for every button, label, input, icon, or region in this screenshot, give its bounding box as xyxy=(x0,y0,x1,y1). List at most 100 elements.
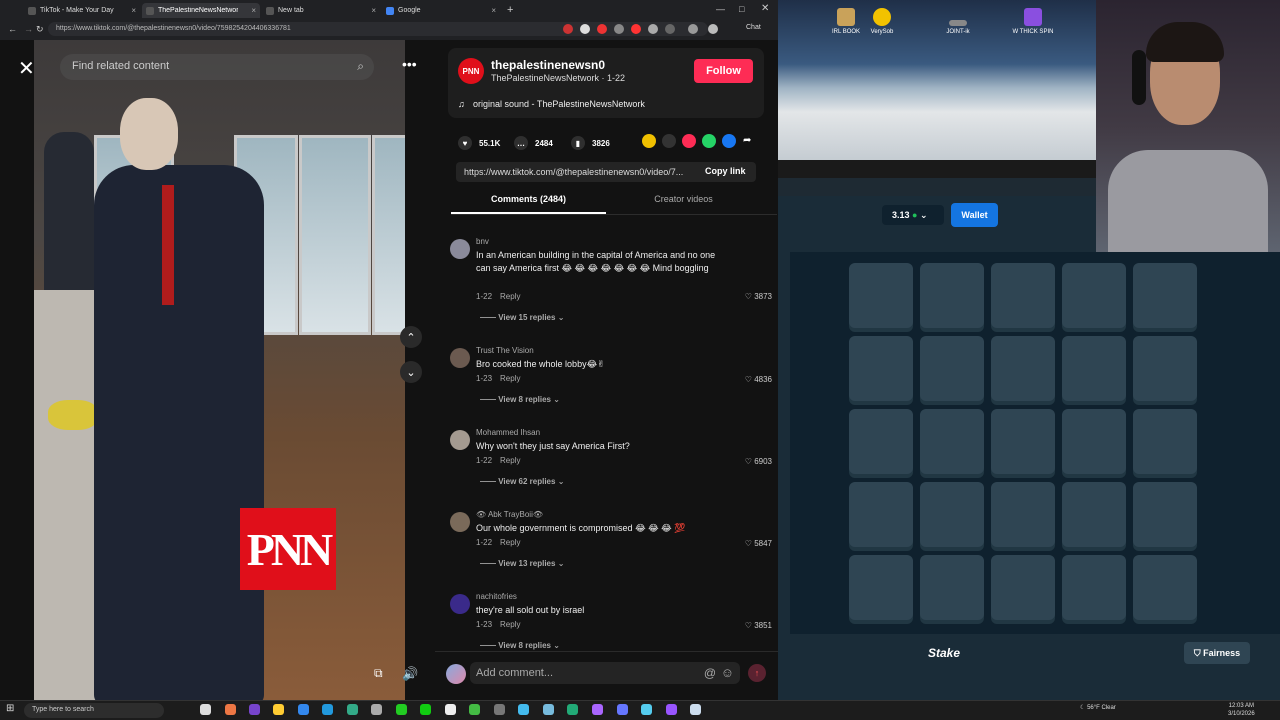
search-input[interactable]: Find related content ⌕ xyxy=(60,54,374,80)
address-bar[interactable]: https://www.tiktok.com/@thepalestinenews… xyxy=(48,22,708,36)
whatsapp-icon[interactable] xyxy=(702,134,716,148)
extension-icon[interactable] xyxy=(614,24,624,34)
extension-icon[interactable] xyxy=(597,24,607,34)
comment-username[interactable]: Mohammed Ihsan xyxy=(476,428,540,437)
taskbar-app-icon[interactable] xyxy=(445,704,456,715)
reload-icon[interactable]: ↻ xyxy=(36,24,44,35)
share-icon[interactable]: ➦ xyxy=(743,135,751,146)
taskbar-app-icon[interactable] xyxy=(592,704,603,715)
avatar[interactable] xyxy=(450,594,470,614)
like-stat[interactable]: ♥ 55.1K xyxy=(458,136,500,150)
facebook-icon[interactable] xyxy=(722,134,736,148)
taskbar-app-icon[interactable] xyxy=(322,704,333,715)
taskbar-app-icon[interactable] xyxy=(420,704,431,715)
follow-button[interactable]: Follow xyxy=(694,59,753,83)
game-tile[interactable] xyxy=(991,482,1055,547)
game-tile[interactable] xyxy=(849,482,913,547)
weather-widget[interactable]: ☾ 56°F Clear xyxy=(1080,704,1116,711)
taskbar-app-icon[interactable] xyxy=(200,704,211,715)
game-tile[interactable] xyxy=(920,336,984,401)
sound-link[interactable]: original sound - ThePalestineNewsNetwork xyxy=(473,99,645,109)
game-tile[interactable] xyxy=(849,555,913,620)
view-replies-button[interactable]: —— View 62 replies ⌄ xyxy=(480,477,564,486)
tab-close-icon[interactable]: × xyxy=(491,6,496,15)
game-tile[interactable] xyxy=(1062,336,1126,401)
view-replies-button[interactable]: —— View 8 replies ⌄ xyxy=(480,395,560,404)
taskbar-app-icon[interactable] xyxy=(567,704,578,715)
tab-close-icon[interactable]: × xyxy=(251,6,256,15)
taskbar-app-icon[interactable] xyxy=(371,704,382,715)
view-replies-button[interactable]: —— View 15 replies ⌄ xyxy=(480,313,564,322)
game-tile[interactable] xyxy=(1133,555,1197,620)
taskbar-app-icon[interactable] xyxy=(396,704,407,715)
desktop-icon[interactable]: JOINT-ik xyxy=(928,8,988,35)
video-player[interactable]: PNN xyxy=(34,40,405,700)
search-icon[interactable]: ⌕ xyxy=(357,59,364,74)
comment-like-button[interactable]: ♡ 5847 xyxy=(745,539,772,548)
taskbar-app-icon[interactable] xyxy=(469,704,480,715)
avatar[interactable] xyxy=(450,239,470,259)
comment-username[interactable]: 👁 Abk TrayBoii👁 xyxy=(476,510,543,519)
desktop-icon[interactable]: W THICK SPIN xyxy=(1003,8,1063,35)
volume-icon[interactable]: 🔊 xyxy=(402,666,418,682)
reply-button[interactable]: Reply xyxy=(500,292,520,301)
tab-comments[interactable]: Comments (2484) xyxy=(451,194,606,214)
extension-icon[interactable] xyxy=(563,24,573,34)
taskbar-app-icon[interactable] xyxy=(518,704,529,715)
taskbar-app-icon[interactable] xyxy=(641,704,652,715)
comment-input[interactable]: Add comment... @ ☺ xyxy=(470,662,740,684)
taskbar-app-icon[interactable] xyxy=(690,704,701,715)
taskbar-app-icon[interactable] xyxy=(494,704,505,715)
taskbar-app-icon[interactable] xyxy=(543,704,554,715)
reply-button[interactable]: Reply xyxy=(500,456,520,465)
taskbar-app-icon[interactable] xyxy=(617,704,628,715)
avatar[interactable] xyxy=(450,348,470,368)
comment-username[interactable]: Trust The Vision xyxy=(476,346,534,355)
reply-button[interactable]: Reply xyxy=(500,620,520,629)
tab-palestine-news[interactable]: ThePalestineNewsNetwork (@× xyxy=(142,3,260,18)
avatar[interactable] xyxy=(450,512,470,532)
share-friends-icon[interactable] xyxy=(642,134,656,148)
send-comment-button[interactable]: ↑ xyxy=(748,664,766,682)
mention-icon[interactable]: @ xyxy=(704,666,716,680)
view-replies-button[interactable]: —— View 8 replies ⌄ xyxy=(480,641,560,650)
game-tile[interactable] xyxy=(920,263,984,328)
game-tile[interactable] xyxy=(1062,555,1126,620)
tab-close-icon[interactable]: × xyxy=(131,6,136,15)
taskbar-clock[interactable]: 12:03 AM 3/10/2026 xyxy=(1228,702,1255,718)
copy-link-button[interactable]: Copy link xyxy=(705,166,746,176)
extension-icon[interactable] xyxy=(688,24,698,34)
new-tab-button[interactable]: + xyxy=(507,4,513,16)
author-username[interactable]: thepalestinenewsn0 xyxy=(491,58,605,72)
maximize-icon[interactable]: □ xyxy=(739,4,744,14)
taskbar-app-icon[interactable] xyxy=(347,704,358,715)
reply-button[interactable]: Reply xyxy=(500,538,520,547)
game-tile[interactable] xyxy=(920,482,984,547)
game-tile[interactable] xyxy=(1133,409,1197,474)
game-tile[interactable] xyxy=(920,555,984,620)
more-options-icon[interactable]: ••• xyxy=(402,56,417,72)
tab-google[interactable]: Google × xyxy=(382,3,500,18)
windows-start-icon[interactable]: ⊞ xyxy=(6,703,14,714)
close-window-icon[interactable]: ✕ xyxy=(761,3,769,14)
game-tile[interactable] xyxy=(1062,482,1126,547)
tab-tiktok[interactable]: TikTok - Make Your Day × xyxy=(24,3,140,18)
comment-username[interactable]: nachitofries xyxy=(476,592,517,601)
game-tile[interactable] xyxy=(1133,482,1197,547)
game-tile[interactable] xyxy=(991,555,1055,620)
extension-icon[interactable] xyxy=(580,24,590,34)
game-tile[interactable] xyxy=(991,336,1055,401)
extension-icon[interactable] xyxy=(665,24,675,34)
taskbar-app-icon[interactable] xyxy=(249,704,260,715)
game-tile[interactable] xyxy=(849,409,913,474)
comment-like-button[interactable]: ♡ 6903 xyxy=(745,457,772,466)
avatar[interactable] xyxy=(450,430,470,450)
previous-video-button[interactable]: ⌃ xyxy=(400,326,422,348)
view-replies-button[interactable]: —— View 13 replies ⌄ xyxy=(480,559,564,568)
desktop-icon[interactable]: VerySob xyxy=(852,8,912,35)
game-tile[interactable] xyxy=(849,263,913,328)
comment-like-button[interactable]: ♡ 4836 xyxy=(745,375,772,384)
game-tile[interactable] xyxy=(1133,263,1197,328)
fairness-button[interactable]: ⛉ Fairness xyxy=(1184,642,1250,664)
save-stat[interactable]: ▮ 3826 xyxy=(571,136,610,150)
